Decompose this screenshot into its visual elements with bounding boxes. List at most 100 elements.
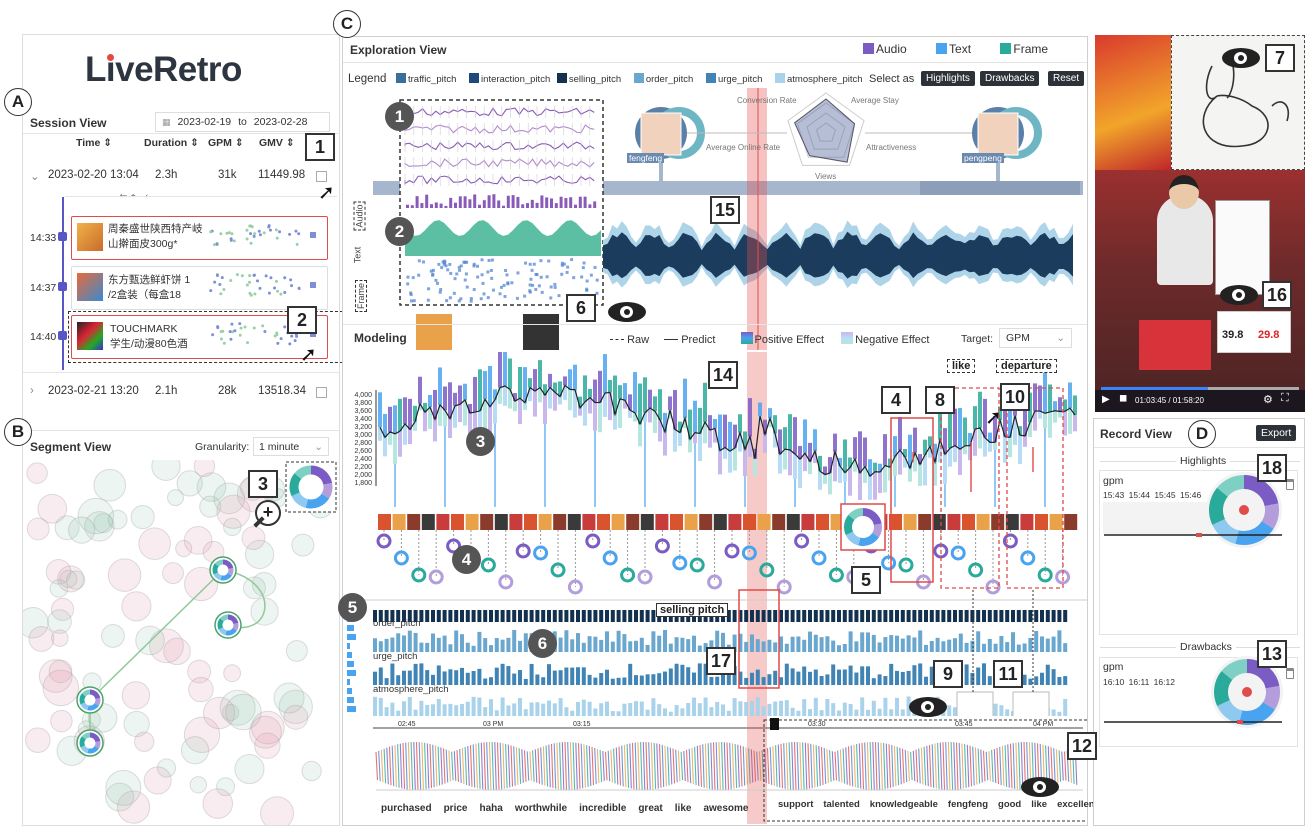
- spark-dot: [222, 288, 226, 292]
- effect-bar-positive: [883, 434, 887, 466]
- pitch-bar: [761, 677, 766, 685]
- pitch-bar: [523, 678, 528, 685]
- word-wave: [807, 743, 811, 789]
- effect-bar-positive: [598, 370, 602, 403]
- pitch-bar: [477, 610, 482, 622]
- word-wave: [413, 741, 416, 791]
- word-wave: [1061, 751, 1064, 781]
- word-wave: [405, 742, 408, 790]
- segment-bubble: [134, 731, 155, 752]
- date-range-picker[interactable]: ▦ 2023-02-19 to 2023-02-28: [155, 112, 330, 132]
- product-thumb: [684, 514, 698, 530]
- session-row[interactable]: › 2023-02-21 13:20 2.1h 28k 13518.34: [30, 385, 335, 401]
- effect-bar-positive: [813, 429, 817, 452]
- pitch-bar: [558, 670, 563, 685]
- pitch-bar: [465, 701, 470, 716]
- pitch-bar: [489, 645, 493, 652]
- pitch-bar: [970, 672, 975, 685]
- word-wave: [502, 743, 505, 789]
- marker-sq-4: 4: [881, 386, 911, 414]
- col-gpm[interactable]: GPM ⇕: [208, 137, 244, 149]
- pitch-bar: [407, 670, 412, 685]
- pitch-bar: [419, 700, 424, 716]
- video-player[interactable]: 39.8 29.8 ▶ ◼ 01:03:45 / 01:58:20 ⚙ ⛶: [1095, 35, 1305, 412]
- marker-sq-8: 8: [925, 386, 955, 414]
- frame-dot: [472, 264, 476, 268]
- marker-sq-12: 12: [1067, 732, 1097, 760]
- pitch-bar: [871, 700, 876, 716]
- session-row[interactable]: ⌄ 2023-02-20 13:04 2.3h 31k 11449.98: [30, 169, 335, 185]
- pitch-bar: [564, 610, 569, 622]
- segment-zoom-ring: [289, 473, 302, 497]
- pitch-bar: [761, 706, 766, 716]
- fullscreen-icon[interactable]: ⛶: [1281, 392, 1289, 405]
- drawbacks-button[interactable]: Drawbacks: [980, 71, 1040, 86]
- chevron-down-icon: ⌄: [1056, 332, 1065, 344]
- keyword: like: [674, 803, 692, 814]
- col-duration[interactable]: Duration ⇕: [144, 137, 199, 149]
- date-to-word: to: [238, 116, 247, 128]
- pitch-bar: [512, 630, 517, 652]
- pitch-bar: [987, 676, 992, 685]
- pitch-bar: [378, 667, 383, 685]
- effect-bar-negative: [543, 395, 547, 424]
- session-checkbox[interactable]: [316, 387, 327, 398]
- spark-dot: [219, 337, 223, 341]
- spark-dot: [249, 232, 253, 236]
- pitch-bar: [773, 670, 778, 685]
- pitch-bar: [848, 665, 853, 685]
- pitch-bar: [755, 610, 760, 622]
- pitch-bar: [993, 610, 998, 622]
- audio-bar: [497, 200, 501, 208]
- play-icon[interactable]: ▶: [1102, 394, 1110, 405]
- word-wave: [537, 748, 541, 784]
- pitch-bar: [616, 630, 621, 652]
- granularity-select[interactable]: 1 minute ⌄: [253, 437, 329, 456]
- pitch-bar: [518, 670, 522, 685]
- pitch-bar: [628, 703, 633, 716]
- effect-bar-negative: [743, 449, 747, 477]
- pitch-bar: [825, 674, 830, 685]
- keyword: worthwhile: [514, 803, 568, 814]
- col-time[interactable]: Time ⇕: [76, 137, 112, 149]
- pitch-bar: [999, 635, 1004, 652]
- effect-bar-negative: [613, 414, 617, 430]
- volume-icon[interactable]: ◼: [1119, 393, 1127, 404]
- pitch-bar: [929, 610, 934, 622]
- segment-bubble: [93, 468, 127, 502]
- section-label-d: D: [1188, 420, 1216, 448]
- frame-dot: [524, 261, 528, 265]
- word-wave: [715, 742, 719, 790]
- word-wave: [599, 749, 603, 783]
- frame-dot: [582, 261, 586, 265]
- segment-bubble: [138, 527, 171, 561]
- pitch-bar: [889, 709, 894, 716]
- radar-axis-label: Conversion Rate: [737, 96, 797, 105]
- word-wave: [464, 746, 468, 786]
- marker-sq-17: 17: [706, 647, 736, 675]
- spark-dot: [245, 237, 249, 241]
- pitch-bar: [924, 610, 928, 622]
- segment-bubble: [42, 669, 80, 707]
- reset-button[interactable]: Reset: [1048, 71, 1085, 86]
- frame-dot: [480, 258, 484, 262]
- effect-bar-positive: [648, 389, 652, 408]
- spark-dot: [252, 234, 256, 238]
- frame-dot: [472, 288, 476, 292]
- audio-bar: [430, 204, 433, 208]
- effect-bar-positive: [643, 377, 647, 413]
- progress-bar[interactable]: [1101, 387, 1299, 390]
- effect-bar-positive: [728, 421, 732, 452]
- pitch-bar: [581, 642, 586, 652]
- col-gmv[interactable]: GMV ⇕: [259, 137, 295, 149]
- settings-icon[interactable]: ⚙: [1263, 393, 1273, 406]
- word-wave: [723, 742, 727, 790]
- segment-bubble-map[interactable]: [23, 460, 339, 825]
- effect-bar-positive: [1043, 371, 1047, 414]
- export-button[interactable]: Export: [1256, 425, 1297, 441]
- date-from: 2023-02-19: [177, 116, 232, 128]
- highlights-button[interactable]: Highlights: [921, 71, 975, 86]
- target-select[interactable]: GPM ⌄: [999, 328, 1072, 348]
- pitch-side-bar: [347, 697, 354, 703]
- time-tick-label: 03:45: [955, 721, 973, 728]
